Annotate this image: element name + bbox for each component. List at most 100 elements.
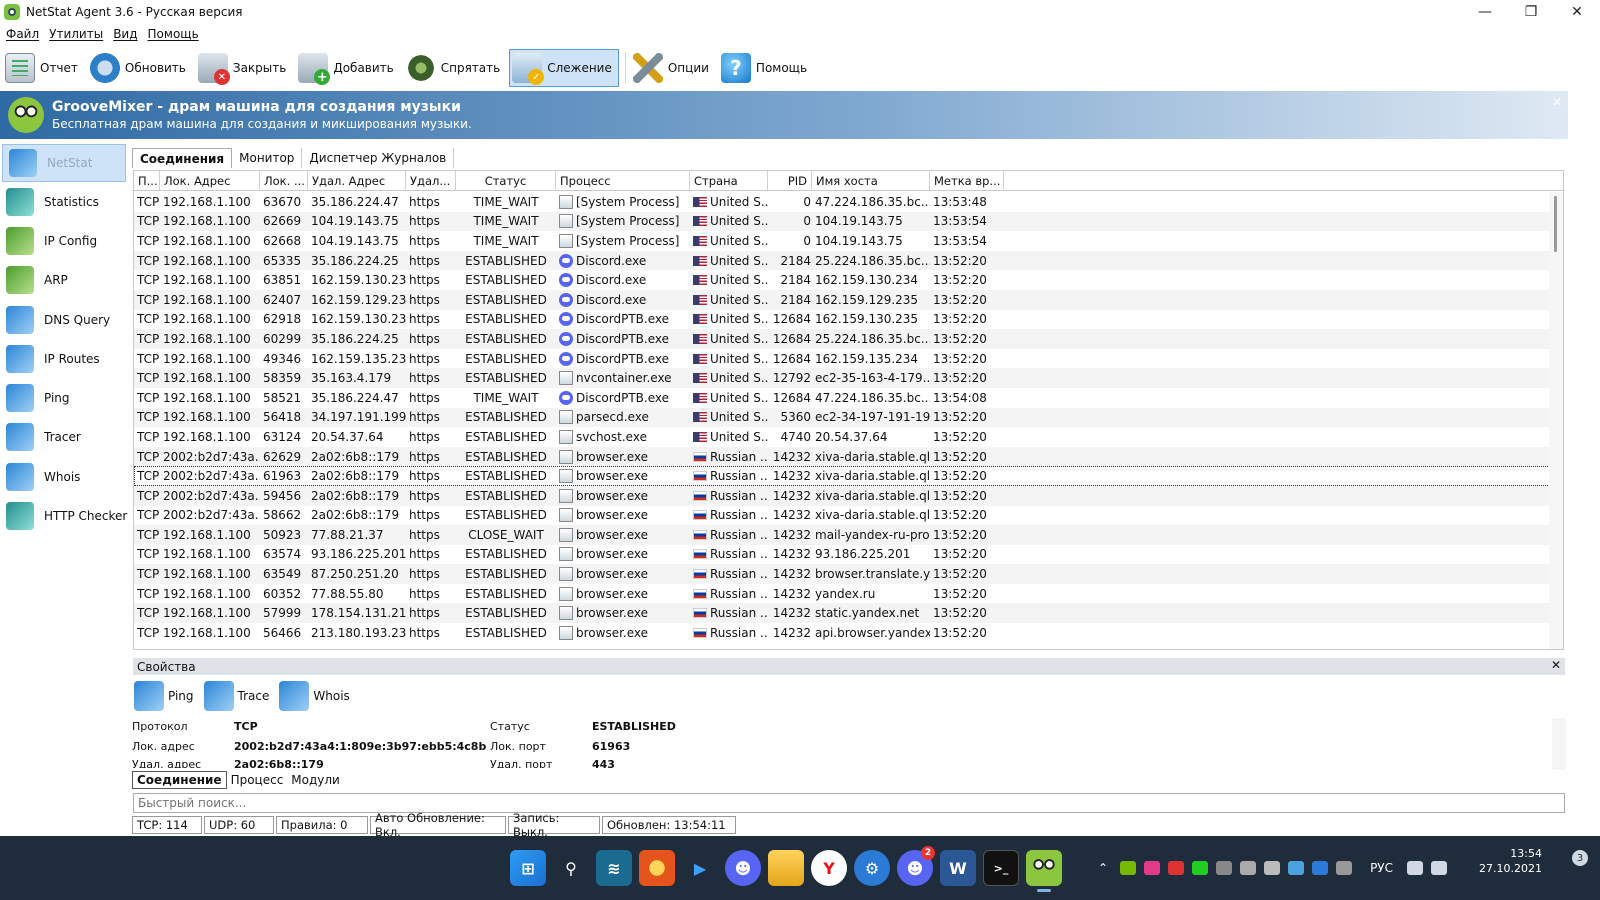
table-row[interactable]: TCP 192.168.1.100 63574 93.186.225.201 https… xyxy=(134,545,1550,565)
tray-green-icon[interactable] xyxy=(1192,861,1209,875)
taskbar-app-discord[interactable]: ☻ xyxy=(725,850,761,886)
table-row[interactable]: TCP 192.168.1.100 62407 162.159.129.235 http… xyxy=(134,289,1550,310)
taskbar-app-files[interactable]: ≋ xyxy=(596,850,632,886)
quick-search-input[interactable] xyxy=(133,793,1565,813)
column-protocol[interactable]: П... xyxy=(134,171,160,190)
table-row[interactable]: TCP 192.168.1.100 62668 104.19.143.75 https T… xyxy=(134,231,1550,251)
tray-app-icon[interactable] xyxy=(1144,861,1161,875)
menu-view[interactable]: Вид xyxy=(113,27,137,41)
sidebar-item-arp[interactable]: ARP xyxy=(0,261,130,300)
table-row[interactable]: TCP 192.168.1.100 63670 35.186.224.47 https T… xyxy=(134,192,1550,212)
column-process[interactable]: Процесс xyxy=(556,171,690,190)
taskbar-app-9[interactable]: ⚙ xyxy=(854,850,890,886)
sidebar-item-ip-routes[interactable]: IP Routes xyxy=(0,339,130,378)
properties-scrollbar[interactable] xyxy=(1552,718,1566,770)
refresh-button[interactable]: Обновить xyxy=(87,49,193,87)
taskbar-app-browser[interactable] xyxy=(639,850,675,886)
table-row[interactable]: TCP 192.168.1.100 60299 35.186.224.25 https E… xyxy=(134,329,1550,349)
sidebar-item-ip-config[interactable]: IP Config xyxy=(0,221,130,260)
column-local-port[interactable]: Лок. ... xyxy=(260,171,308,190)
headset-icon[interactable] xyxy=(1240,861,1257,875)
column-remote-port[interactable]: Удал... xyxy=(406,171,456,190)
props-trace-button[interactable]: Trace xyxy=(203,681,269,711)
props-ping-button[interactable]: Ping xyxy=(134,681,194,711)
taskbar-app-player[interactable]: ▶ xyxy=(682,850,718,886)
column-timestamp[interactable]: Метка вр... xyxy=(930,171,1004,190)
table-row[interactable]: TCP 2002:b2d7:43a... 58662 2a02:6b8::179 htt… xyxy=(134,506,1550,526)
tab-modules[interactable]: Модули xyxy=(287,771,344,789)
hide-button[interactable]: Спрятать xyxy=(403,49,507,87)
add-button[interactable]: Добавить xyxy=(295,49,400,87)
taskbar-app-discord-ptb[interactable]: ☻ 2 xyxy=(897,846,935,886)
menu-file[interactable]: Файл xyxy=(6,27,39,41)
table-scrollbar[interactable] xyxy=(1549,192,1563,649)
table-row[interactable]: TCP 192.168.1.100 63124 20.54.37.64 https EST… xyxy=(134,427,1550,447)
sidebar-item-ping[interactable]: Ping xyxy=(0,378,130,417)
taskbar-app-terminal[interactable]: >_ xyxy=(983,850,1019,886)
ad-banner[interactable]: GrooveMixer - драм машина для создания м… xyxy=(0,91,1568,139)
sidebar-item-statistics[interactable]: Statistics xyxy=(0,182,130,221)
tab-connection[interactable]: Соединение xyxy=(132,771,227,789)
notifications-badge[interactable]: 3 xyxy=(1572,850,1588,866)
tab-monitor[interactable]: Монитор xyxy=(232,148,303,168)
help-button[interactable]: ? Помощь xyxy=(718,49,814,87)
table-row[interactable]: TCP 2002:b2d7:43a... 62629 2a02:6b8::179 htt… xyxy=(134,446,1550,467)
table-row[interactable]: TCP 192.168.1.100 63851 162.159.130.234 http… xyxy=(134,270,1550,290)
sidebar-item-whois[interactable]: Whois xyxy=(0,457,130,496)
table-row[interactable]: TCP 192.168.1.100 58359 35.163.4.179 https ES… xyxy=(134,368,1550,388)
taskbar-app-explorer[interactable] xyxy=(768,850,804,886)
table-row[interactable]: TCP 192.168.1.100 58521 35.186.224.47 https T… xyxy=(134,388,1550,408)
props-whois-button[interactable]: Whois xyxy=(279,681,350,711)
column-hostname[interactable]: Имя хоста xyxy=(812,171,930,190)
tray-chevron-icon[interactable]: ⌃ xyxy=(1098,861,1108,875)
table-row[interactable]: TCP 192.168.1.100 63549 87.250.251.20 https E… xyxy=(134,564,1550,584)
scrollbar-thumb[interactable] xyxy=(1554,196,1557,252)
start-button[interactable]: ⊞ xyxy=(510,850,546,886)
sidebar-item-http-checker[interactable]: HTTP Checker xyxy=(0,496,130,535)
banner-close-icon[interactable]: ✕ xyxy=(1552,95,1562,109)
taskbar-app-yandex[interactable]: Y xyxy=(811,850,847,886)
tab-log-manager[interactable]: Диспетчер Журналов xyxy=(302,148,455,168)
table-row[interactable]: TCP 2002:b2d7:43a... 61963 2a02:6b8::179 htt… xyxy=(134,466,1550,486)
taskbar-app-word[interactable]: W xyxy=(940,850,976,886)
table-row[interactable]: TCP 192.168.1.100 62669 104.19.143.75 https T… xyxy=(134,211,1550,232)
volume-icon[interactable] xyxy=(1431,861,1447,875)
sidebar-item-netstat[interactable]: NetStat xyxy=(2,144,126,182)
language-indicator[interactable]: РУС xyxy=(1370,861,1393,875)
menu-utilities[interactable]: Утилиты xyxy=(49,27,103,41)
tray-device-icon[interactable] xyxy=(1264,861,1281,875)
microphone-icon[interactable] xyxy=(1336,861,1353,875)
taskbar-app-netstat[interactable] xyxy=(1026,850,1062,892)
column-pid[interactable]: PID xyxy=(768,171,812,190)
tray-usb-icon[interactable] xyxy=(1216,861,1233,875)
table-row[interactable]: TCP 192.168.1.100 65335 35.186.224.25 https E… xyxy=(134,250,1550,271)
table-row[interactable]: TCP 192.168.1.100 62918 162.159.130.235 http… xyxy=(134,310,1550,330)
watch-button[interactable]: Слежение xyxy=(509,49,619,87)
nvidia-icon[interactable] xyxy=(1120,861,1137,875)
table-row[interactable]: TCP 2002:b2d7:43a... 59456 2a02:6b8::179 htt… xyxy=(134,485,1550,506)
close-connection-button[interactable]: Закрыть xyxy=(195,49,293,87)
sidebar-item-tracer[interactable]: Tracer xyxy=(0,418,130,457)
table-row[interactable]: TCP 192.168.1.100 50923 77.88.21.37 https CLO… xyxy=(134,525,1550,545)
tab-connections[interactable]: Соединения xyxy=(132,148,233,168)
table-row[interactable]: TCP 192.168.1.100 57999 178.154.131.216 http… xyxy=(134,603,1550,624)
column-remote-address[interactable]: Удал. Адрес xyxy=(308,171,406,190)
tray-sync-icon[interactable] xyxy=(1288,861,1305,875)
options-button[interactable]: Опции xyxy=(630,49,716,87)
sidebar-item-dns-query[interactable]: DNS Query xyxy=(0,300,130,339)
tab-process[interactable]: Процесс xyxy=(227,771,288,789)
table-row[interactable]: TCP 192.168.1.100 56466 213.180.193.234 http… xyxy=(134,623,1550,643)
table-row[interactable]: TCP 192.168.1.100 49346 162.159.135.234 http… xyxy=(134,349,1550,369)
minimize-button[interactable]: — xyxy=(1462,0,1508,24)
report-button[interactable]: Отчет xyxy=(2,49,85,87)
column-status[interactable]: Статус xyxy=(456,171,556,190)
column-country[interactable]: Страна xyxy=(690,171,768,190)
clock[interactable]: 13:54 27.10.2021 xyxy=(1479,846,1542,876)
table-row[interactable]: TCP 192.168.1.100 60352 77.88.55.80 https EST… xyxy=(134,584,1550,604)
search-button[interactable]: ⚲ xyxy=(553,850,589,886)
tray-record-icon[interactable] xyxy=(1168,861,1185,875)
table-row[interactable]: TCP 192.168.1.100 56418 34.197.191.199 https… xyxy=(134,407,1550,428)
menu-help[interactable]: Помощь xyxy=(148,27,199,41)
maximize-button[interactable]: ❐ xyxy=(1508,0,1554,24)
network-icon[interactable] xyxy=(1407,861,1423,875)
